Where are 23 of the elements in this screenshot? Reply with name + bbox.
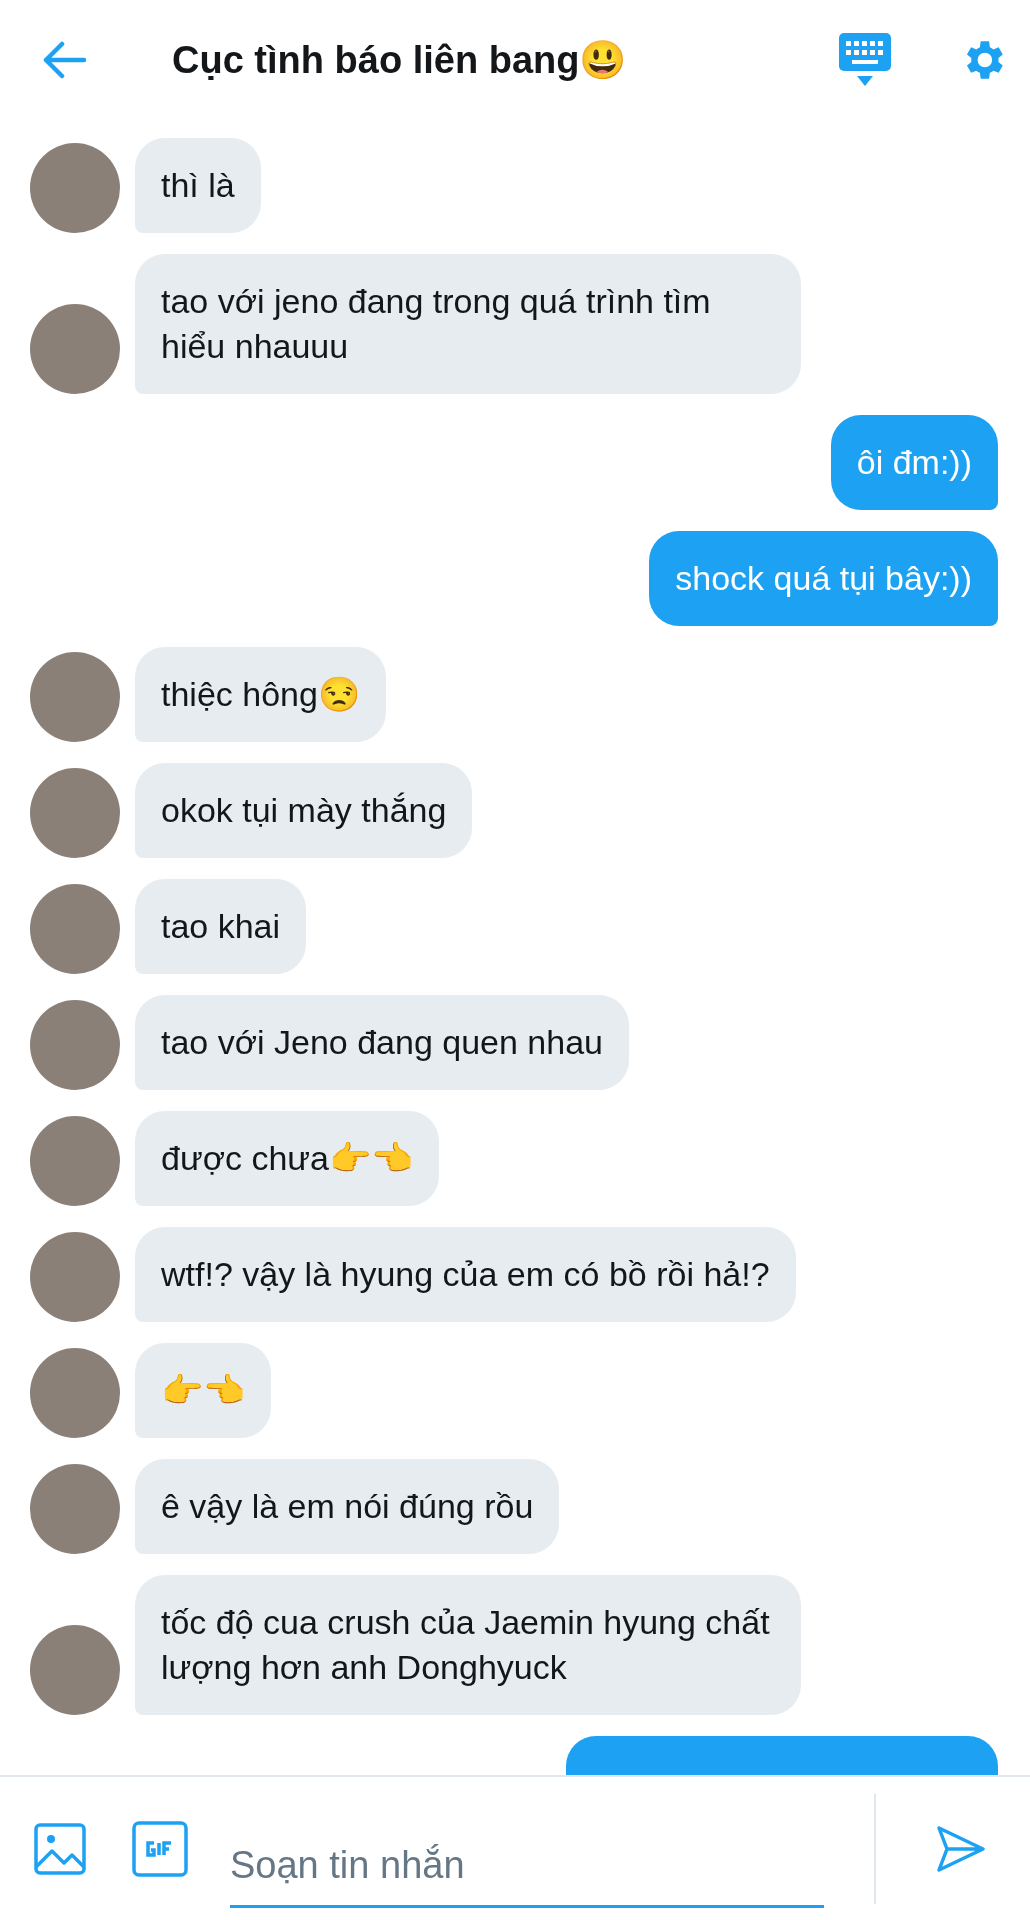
received-message-bubble: thì là	[135, 138, 261, 233]
message-input-field[interactable]: Soạn tin nhắn	[230, 1823, 824, 1908]
received-message-bubble: tốc độ cua crush của Jaemin hyung chất lượng hơn anh Donghyuck	[135, 1575, 801, 1715]
received-message-bubble: wtf!? vậy là hyung của em có bồ rồi hả!?	[135, 1227, 796, 1322]
received-message-bubble: tao với Jeno đang quen nhau	[135, 995, 629, 1090]
received-message-bubble: 👉👈	[135, 1343, 271, 1438]
received-message-bubble: ê vậy là em nói đúng rồu	[135, 1459, 560, 1554]
send-icon	[936, 1824, 986, 1873]
received-message-bubble: thiệc hông😒	[135, 647, 386, 742]
keyboard-icon	[838, 32, 892, 88]
received-message-bubble: được chưa👉👈	[135, 1111, 439, 1206]
received-message-bubble: okok tụi mày thắng	[135, 763, 473, 858]
keyboard-button[interactable]	[838, 32, 892, 88]
received-message-bubble: tao khai	[135, 879, 307, 974]
conversation-title: Cục tình báo liên bang😃	[172, 38, 628, 82]
send-button[interactable]	[936, 1824, 986, 1873]
gif-button[interactable]	[132, 1820, 188, 1877]
image-button[interactable]	[34, 1822, 86, 1875]
sent-message-bubble: ôi đm:))	[830, 415, 998, 510]
sent-message-bubble: shock quá tụi bây:))	[649, 531, 998, 626]
received-message-bubble: tao với jeno đang trong quá trình tìm hiểu nhauuu	[135, 254, 801, 394]
gif-icon	[132, 1820, 188, 1877]
image-icon	[34, 1822, 86, 1875]
